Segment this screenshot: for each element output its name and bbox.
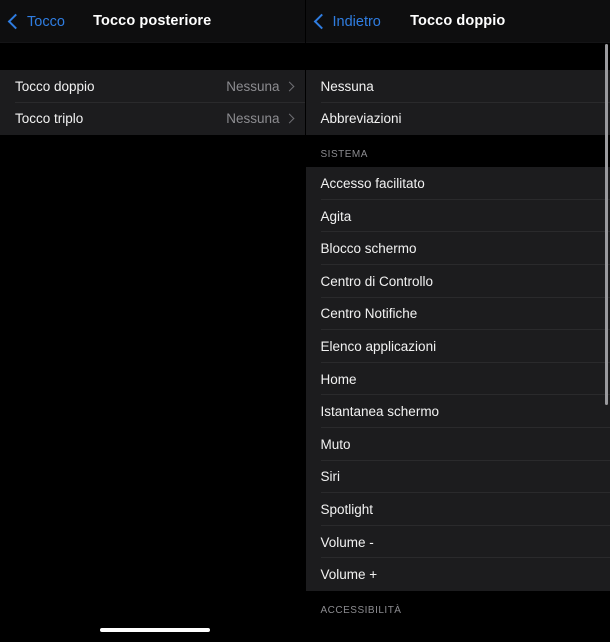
option-item-label: Elenco applicazioni (320, 338, 437, 354)
option-item-label: Blocco schermo (320, 241, 417, 257)
list-item-value: Nessuna (226, 111, 280, 127)
option-item-volume-up[interactable]: Volume + (305, 558, 610, 591)
option-item-muto[interactable]: Muto (305, 427, 610, 461)
option-item-label: Volume - (320, 534, 374, 550)
option-item-centro-notifiche[interactable]: Centro Notifiche (305, 297, 610, 331)
scrollbar-thumb[interactable] (605, 44, 608, 405)
option-item-label: Accesso facilitato (320, 175, 425, 191)
option-item-abbreviazioni[interactable]: Abbreviazioni (305, 102, 610, 136)
option-item-home[interactable]: Home (305, 362, 610, 396)
right-top-options-list: Nessuna Abbreviazioni (305, 70, 610, 136)
chevron-right-icon (284, 81, 294, 92)
list-item[interactable]: Tocco triplo Nessuna (0, 102, 305, 136)
option-item-accesso-facilitato[interactable]: Accesso facilitato (305, 167, 610, 200)
system-options-list: Accesso facilitato Agita Blocco schermo … (305, 167, 610, 591)
option-item-spotlight[interactable]: Spotlight (305, 493, 610, 526)
option-item-label: Abbreviazioni (320, 111, 402, 127)
option-item-label: Siri (320, 469, 341, 485)
chevron-right-icon (284, 113, 294, 124)
option-item-siri[interactable]: Siri (305, 460, 610, 494)
option-item-agita[interactable]: Agita (305, 199, 610, 233)
option-item-label: Agita (320, 208, 352, 224)
section-header-accessibilita: ACCESSIBILITÀ (305, 590, 610, 623)
left-home-indicator (100, 628, 210, 632)
left-settings-list: Tocco doppio Nessuna Tocco triplo Nessun… (0, 70, 305, 136)
right-navbar: Indietro Tocco doppio (305, 0, 610, 43)
option-item-centro-di-controllo[interactable]: Centro di Controllo (305, 264, 610, 298)
option-item-nessuna[interactable]: Nessuna (305, 70, 610, 103)
left-page-title: Tocco posteriore (93, 13, 212, 29)
vertical-scrollbar[interactable] (605, 44, 608, 405)
option-item-volume-down[interactable]: Volume - (305, 525, 610, 559)
section-header-sistema: SISTEMA (305, 135, 610, 168)
option-item-blocco-schermo[interactable]: Blocco schermo (305, 232, 610, 265)
option-item-label: Nessuna (320, 78, 374, 94)
option-item-elenco-applicazioni[interactable]: Elenco applicazioni (305, 330, 610, 363)
dual-pane-settings-screen: Tocco Tocco posteriore Tocco doppio Ness… (0, 0, 610, 642)
left-top-gap (0, 43, 305, 70)
right-page-title: Tocco doppio (410, 13, 506, 29)
right-panel: Indietro Tocco doppio Nessuna Abbreviazi… (304, 0, 610, 642)
option-item-label: Centro Notifiche (320, 306, 418, 322)
list-item-label: Tocco doppio (15, 78, 95, 94)
option-item-label: Volume + (320, 567, 378, 583)
option-item-label: Home (320, 371, 357, 387)
option-item-label: Istantanea schermo (320, 404, 440, 420)
option-item-label: Centro di Controllo (320, 273, 434, 289)
left-panel: Tocco Tocco posteriore Tocco doppio Ness… (0, 0, 305, 642)
option-item-label: Spotlight (320, 501, 374, 517)
left-navbar: Tocco Tocco posteriore (0, 0, 305, 43)
option-item-label: Muto (320, 436, 351, 452)
option-item-istantanea-schermo[interactable]: Istantanea schermo (305, 395, 610, 428)
list-item[interactable]: Tocco doppio Nessuna (0, 70, 305, 103)
right-top-gap (305, 43, 610, 70)
list-item-label: Tocco triplo (15, 111, 84, 127)
list-item-value: Nessuna (226, 78, 280, 94)
